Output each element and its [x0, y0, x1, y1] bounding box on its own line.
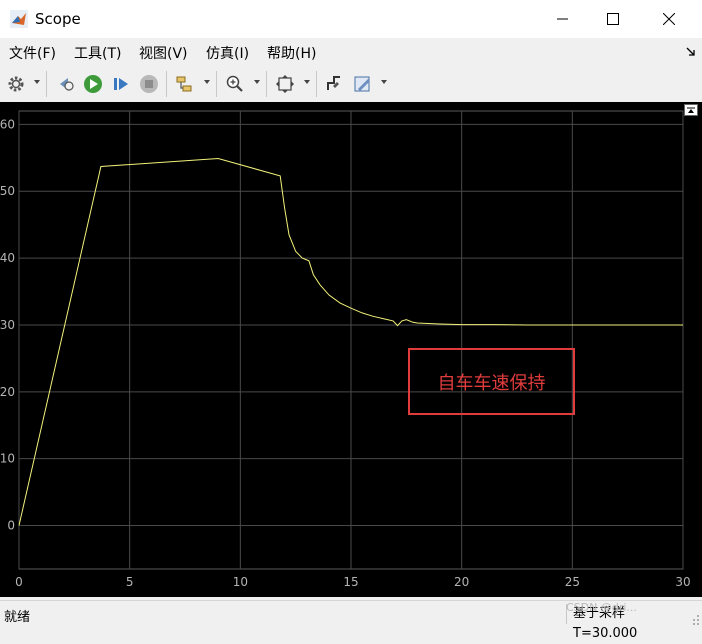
- signal-select-icon: [176, 76, 192, 92]
- signal-dropdown-arrow[interactable]: [204, 80, 210, 84]
- gear-icon: [8, 76, 24, 92]
- autoscale-dropdown-arrow[interactable]: [304, 80, 310, 84]
- x-tick-label: 30: [675, 575, 690, 589]
- stop-button[interactable]: [138, 73, 160, 95]
- toolbar-separator: [216, 71, 217, 97]
- toolbar-separator: [46, 71, 47, 97]
- settings-dropdown-arrow[interactable]: [34, 80, 40, 84]
- highlight-button[interactable]: [323, 73, 345, 95]
- maximize-icon: [607, 13, 619, 25]
- toolbar-separator: [316, 71, 317, 97]
- y-tick-label: 40: [0, 251, 15, 265]
- signal-select-button[interactable]: [174, 73, 196, 95]
- menu-simulation[interactable]: 仿真(I): [206, 43, 249, 63]
- zoom-button[interactable]: [224, 73, 246, 95]
- y-tick-label: 60: [0, 117, 15, 131]
- close-button[interactable]: [646, 0, 692, 38]
- y-tick-label: 30: [0, 318, 15, 332]
- x-tick-label: 20: [454, 575, 469, 589]
- undock-arrow-icon[interactable]: [686, 47, 695, 56]
- style-dropdown-arrow[interactable]: [381, 80, 387, 84]
- menu-help[interactable]: 帮助(H): [267, 43, 316, 63]
- menu-file[interactable]: 文件(F): [9, 43, 56, 63]
- close-icon: [663, 13, 675, 25]
- annotation-text: 自车车速保持: [437, 372, 546, 394]
- autoscale-button[interactable]: [274, 73, 296, 95]
- menu-bar: 文件(F) 工具(T) 视图(V) 仿真(I) 帮助(H): [0, 38, 702, 66]
- x-tick-label: 0: [15, 575, 23, 589]
- restore-plot-button[interactable]: [684, 104, 698, 116]
- y-tick-label: 10: [0, 452, 15, 466]
- scope-plot[interactable]: 0 5 10 15 20 25 30 0 10 20 30 40 50 60: [0, 102, 702, 597]
- x-tick-label: 10: [233, 575, 248, 589]
- y-tick-label: 50: [0, 184, 15, 198]
- settings-button[interactable]: [5, 73, 27, 95]
- run-button[interactable]: [82, 73, 104, 95]
- y-tick-label: 20: [0, 385, 15, 399]
- stop-icon: [140, 75, 158, 93]
- title-bar: Scope: [0, 0, 702, 38]
- style-button[interactable]: [352, 73, 374, 95]
- maximize-plot-icon: [687, 107, 695, 113]
- minimize-icon: [557, 18, 568, 20]
- zoom-dropdown-arrow[interactable]: [254, 80, 260, 84]
- tick-labels: 0 5 10 15 20 25 30 0 10 20 30 40 50 60: [0, 117, 691, 589]
- menu-view[interactable]: 视图(V): [139, 43, 188, 63]
- grid: [18, 111, 684, 569]
- autoscale-icon: [276, 75, 294, 93]
- zoom-icon: [226, 75, 243, 92]
- scope-display: 0 5 10 15 20 25 30 0 10 20 30 40 50 60: [0, 102, 702, 597]
- step-forward-icon: [114, 78, 128, 90]
- toolbar-separator: [166, 71, 167, 97]
- maximize-button[interactable]: [590, 0, 636, 38]
- step-back-button[interactable]: [55, 73, 77, 95]
- status-text: 就绪: [4, 610, 31, 625]
- run-icon: [84, 75, 102, 93]
- toolbar-separator: [266, 71, 267, 97]
- window-title: Scope: [35, 10, 81, 28]
- y-tick-label: 0: [7, 519, 15, 533]
- matlab-logo-icon: [10, 10, 28, 28]
- step-forward-button[interactable]: [110, 73, 132, 95]
- annotation-box: 自车车速保持: [408, 348, 575, 415]
- minimize-button[interactable]: [540, 0, 586, 38]
- highlight-icon: [327, 76, 340, 90]
- x-tick-label: 25: [565, 575, 580, 589]
- menu-tools[interactable]: 工具(T): [74, 43, 121, 63]
- toolbar: [0, 66, 702, 103]
- x-tick-label: 15: [343, 575, 358, 589]
- step-back-icon: [60, 78, 74, 91]
- style-icon: [354, 76, 370, 92]
- resize-grip-icon[interactable]: [690, 614, 700, 626]
- x-tick-label: 5: [126, 575, 134, 589]
- watermark: CSDN @dri...: [566, 601, 637, 614]
